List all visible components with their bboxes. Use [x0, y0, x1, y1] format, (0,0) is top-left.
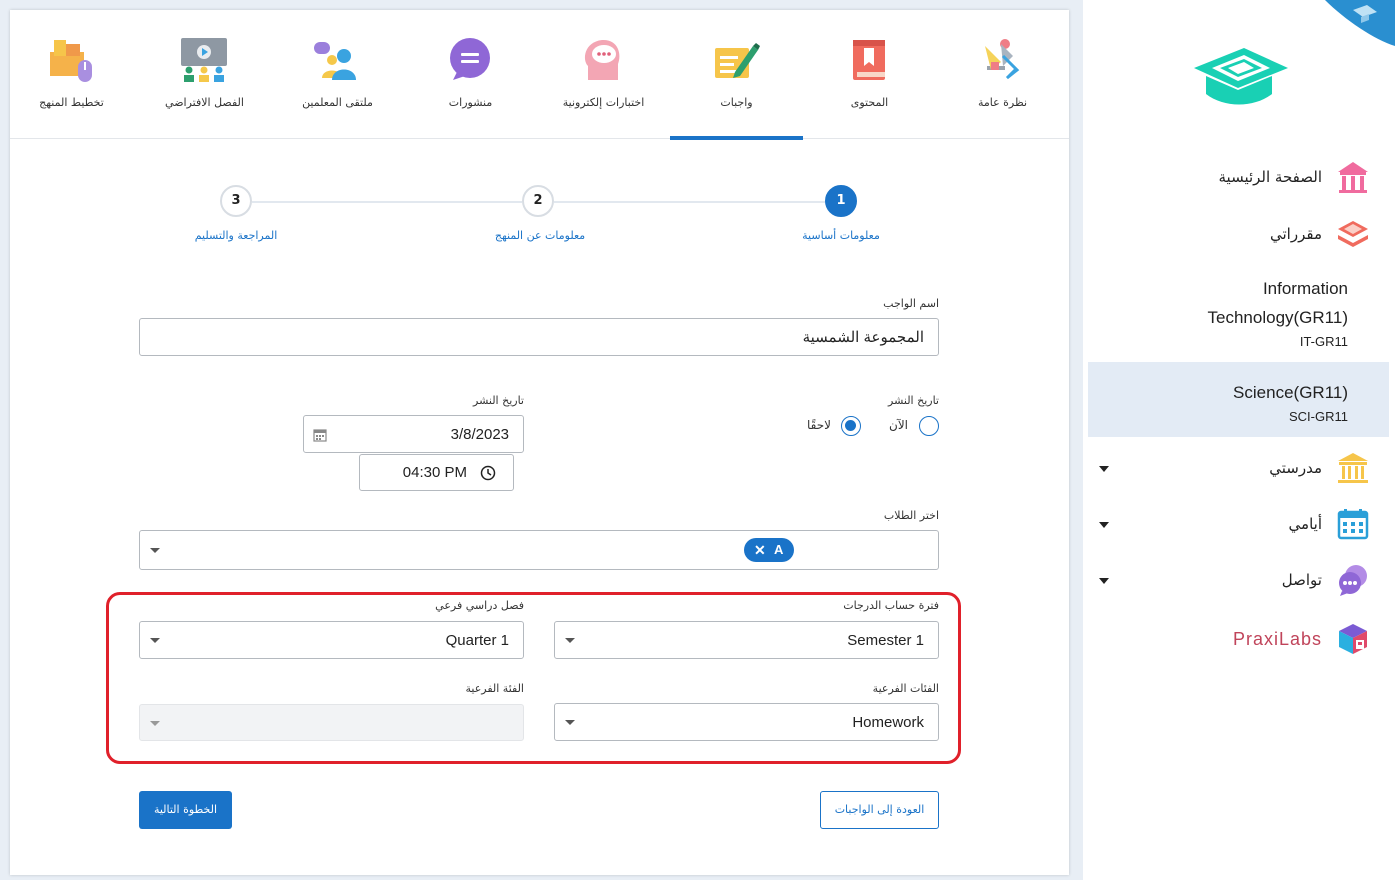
sidebar-communication-label: تواصل — [1281, 571, 1322, 589]
sidebar-item-praxilabs[interactable]: PraxiLabs — [1233, 622, 1370, 656]
assignment-name-value: المجموعة الشمسية — [802, 329, 924, 346]
sidebar-my-courses-label: مقرراتي — [1270, 225, 1322, 243]
tab-label: منشورات — [448, 96, 493, 109]
curriculum-planning-icon — [50, 40, 92, 82]
back-to-assignments-button[interactable]: العودة إلى الواجبات — [820, 791, 939, 829]
clock-icon[interactable] — [480, 465, 496, 481]
sidebar-item-my-school[interactable]: مدرستي — [1269, 451, 1370, 485]
tab-content[interactable]: المحتوى — [803, 10, 936, 139]
course-code: SCI-GR11 — [1289, 409, 1348, 424]
course-tabs-nav: نظرة عامة المحتوى واجبات اختبارات إلكترو… — [10, 10, 1069, 140]
calendar-icon — [1337, 509, 1369, 540]
sidebar-item-communication[interactable]: تواصل — [1282, 563, 1370, 597]
close-icon[interactable]: ✕ — [754, 541, 766, 559]
step-2-circle[interactable]: 2 — [522, 185, 554, 217]
tab-label: الفصل الافتراضي — [165, 96, 244, 109]
tab-virtual-class[interactable]: الفصل الافتراضي — [138, 10, 271, 139]
home-icon — [1338, 162, 1368, 193]
assignment-name-input[interactable]: المجموعة الشمسية — [139, 318, 939, 356]
course-name-line1: Science(GR11) — [1233, 383, 1348, 402]
course-item-science[interactable]: Science(GR11) SCI-GR11 — [1233, 378, 1348, 427]
highlight-box — [106, 592, 961, 764]
course-name-line2: Technology(GR11) — [1207, 308, 1348, 327]
tab-label: اختبارات إلكترونية — [562, 96, 645, 109]
chevron-down-icon[interactable] — [1099, 522, 1109, 528]
assignment-icon — [715, 43, 760, 78]
book-icon — [853, 40, 885, 80]
students-select[interactable] — [139, 530, 939, 570]
next-step-button[interactable]: الخطوة التالية — [139, 791, 232, 829]
sidebar-item-my-days[interactable]: أيامي — [1289, 507, 1370, 541]
tab-assignments[interactable]: واجبات — [670, 10, 803, 140]
publish-date-label: تاريخ النشر — [473, 394, 524, 407]
chevron-down-icon[interactable] — [150, 548, 160, 553]
tab-label: نظرة عامة — [977, 96, 1028, 109]
teachers-forum-icon — [314, 42, 356, 80]
stepper-line — [554, 201, 826, 203]
publish-now-label: الآن — [889, 418, 908, 432]
publish-later-radio[interactable] — [841, 416, 861, 436]
overview-icon — [985, 39, 1020, 80]
publish-date-input[interactable]: 3/8/2023 — [303, 415, 524, 453]
posts-icon — [450, 38, 490, 80]
chat-icon — [1339, 565, 1367, 596]
chevron-down-icon[interactable] — [1099, 578, 1109, 584]
step-3-label: المراجعة والتسليم — [194, 229, 278, 242]
tab-teachers-forum[interactable]: ملتقى المعلمين — [271, 10, 404, 139]
tab-label: واجبات — [720, 96, 753, 109]
sidebar-home-label: الصفحة الرئيسية — [1218, 168, 1323, 186]
calendar-icon[interactable] — [313, 428, 327, 442]
student-chip-label: A — [774, 542, 784, 557]
sidebar-my-days-label: أيامي — [1288, 515, 1322, 533]
assignment-card: نظرة عامة المحتوى واجبات اختبارات إلكترو… — [10, 10, 1069, 875]
course-name-line1: Information — [1262, 279, 1348, 298]
sidebar: الصفحة الرئيسية مقرراتي Information Tech… — [1083, 0, 1395, 880]
sidebar-item-home[interactable]: الصفحة الرئيسية — [1219, 160, 1371, 194]
course-item-information-technology[interactable]: Information Technology(GR11) IT-GR11 — [1208, 274, 1348, 352]
publish-later-label: لاحقًا — [807, 418, 831, 432]
step-2-label: معلومات عن المنهج — [494, 229, 586, 242]
tab-posts[interactable]: منشورات — [404, 10, 537, 139]
publish-date-value: 3/8/2023 — [450, 425, 509, 443]
stepper-line — [252, 201, 522, 203]
publish-time-value: 04:30 PM — [402, 464, 467, 481]
school-logo-icon — [1194, 48, 1288, 105]
students-label: اختر الطلاب — [883, 509, 939, 522]
corner-ribbon-icon — [1325, 0, 1395, 46]
layers-icon — [1338, 221, 1368, 247]
praxilabs-cube-icon — [1339, 624, 1367, 654]
tab-curriculum-planning[interactable]: تخطيط المنهج — [5, 10, 138, 139]
step-3-circle[interactable]: 3 — [220, 185, 252, 217]
chevron-down-icon[interactable] — [1099, 466, 1109, 472]
publish-time-input[interactable]: 04:30 PM — [359, 454, 514, 491]
tab-label: تخطيط المنهج — [39, 96, 104, 109]
sidebar-my-school-label: مدرستي — [1269, 459, 1322, 477]
step-1-circle[interactable]: 1 — [825, 185, 857, 217]
tab-overview[interactable]: نظرة عامة — [936, 10, 1069, 139]
student-chip: ✕ A — [744, 538, 794, 562]
assignment-name-label: اسم الواجب — [883, 297, 939, 310]
virtual-class-icon — [181, 38, 227, 82]
sidebar-praxilabs-label: PraxiLabs — [1232, 628, 1322, 649]
publish-now-radio[interactable] — [919, 416, 939, 436]
school-building-icon — [1338, 453, 1368, 483]
tab-online-quizzes[interactable]: اختبارات إلكترونية — [537, 10, 670, 139]
step-1-label: معلومات أساسية — [802, 229, 880, 242]
publish-option-label: تاريخ النشر — [888, 394, 939, 407]
quiz-icon — [584, 39, 620, 80]
sidebar-item-my-courses[interactable]: مقرراتي — [1270, 217, 1370, 251]
course-code: IT-GR11 — [1299, 334, 1348, 349]
tab-label: المحتوى — [850, 96, 889, 109]
tab-label: ملتقى المعلمين — [302, 96, 373, 109]
